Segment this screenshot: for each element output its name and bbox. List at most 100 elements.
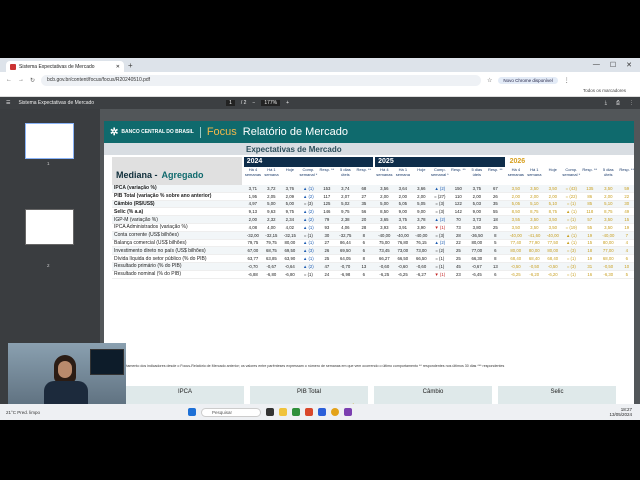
table-cell: 3,71 <box>248 185 258 191</box>
table-cell: 3,91 <box>398 224 408 230</box>
table-cell: 24 <box>324 271 330 277</box>
year-cells-y26: 68,40 68,40 68,40 = (1) 19 68,00 6 <box>507 256 634 261</box>
maximize-icon[interactable]: ☐ <box>610 61 616 69</box>
table-cell: -6,80 <box>266 271 277 277</box>
table-cell: 3,76 <box>285 185 295 191</box>
table-cell: ▲ (2) <box>434 217 446 223</box>
table-cell: 5,05 <box>511 201 520 207</box>
more-icon[interactable]: ⋮ <box>629 100 634 106</box>
table-cell: = (22) <box>565 193 577 199</box>
row-label: Investimento direto no país (US$ bilhões… <box>114 247 206 254</box>
zoom-level[interactable]: 177% <box>261 100 281 106</box>
table-cell: -40,00 <box>415 232 428 238</box>
table-cell: 3,50 <box>604 224 613 230</box>
year-label: 2024 <box>243 157 374 167</box>
thumbnail-page[interactable] <box>25 123 74 159</box>
table-cell: 67,00 <box>247 248 259 254</box>
table-cell: 67 <box>492 185 498 191</box>
address-bar-row: ← → ↻ bcb.gov.br/content/focus/focus/R20… <box>0 72 640 88</box>
table-cell: 30 <box>624 201 630 207</box>
hamburger-icon[interactable]: ☰ <box>6 100 10 106</box>
thumbnail-page[interactable] <box>25 209 74 245</box>
table-cell: = (43) <box>565 185 577 191</box>
word-icon[interactable] <box>318 408 326 416</box>
table-cell: 66,50 <box>415 256 427 262</box>
table-cell: 73 <box>455 224 461 230</box>
file-explorer-icon[interactable] <box>279 408 287 416</box>
table-cell: = (1) <box>566 201 576 207</box>
star-icon[interactable]: ☆ <box>487 77 492 84</box>
presenter-face <box>58 361 72 378</box>
chrome-icon[interactable] <box>331 408 339 416</box>
zoom-in-icon[interactable]: + <box>286 100 289 106</box>
table-cell: 8 <box>494 256 497 262</box>
browser-tab[interactable]: Sistema Expectativas de Mercado ✕ <box>6 61 124 72</box>
back-icon[interactable]: ← <box>6 77 12 83</box>
taskbar-apps: Pesquisar <box>188 407 352 417</box>
table-cell: 3,75 <box>398 217 408 223</box>
table-cell: 2,00 <box>604 193 613 199</box>
print-icon[interactable]: ⎙ <box>616 100 620 106</box>
table-cell: 68,40 <box>510 256 522 262</box>
table-row: Selic (% a.a) 9,13 9,63 9,75 ▲ (2) 146 9,75 56 8… <box>112 208 634 217</box>
table-cell: -6,88 <box>247 271 258 277</box>
table-cell: 15 <box>587 240 593 246</box>
table-cell: = (1) <box>435 256 445 262</box>
year-cells-y26: -40,00 -41,60 -40,00 ▲ (1) 19 -40,00 7 <box>507 233 634 238</box>
table-cell: 64,05 <box>339 256 351 262</box>
tab-title: Sistema Expectativas de Mercado <box>19 63 95 70</box>
table-cell: = (19) <box>565 224 577 230</box>
pdf-title: Sistema Expectativas de Mercado <box>18 100 95 106</box>
forward-icon[interactable]: → <box>18 77 24 83</box>
zoom-out-icon[interactable]: − <box>252 100 255 106</box>
excel-icon[interactable] <box>292 408 300 416</box>
reload-icon[interactable]: ↻ <box>30 77 35 84</box>
column-head: Resp. ** <box>450 167 466 172</box>
table-cell: 3,73 <box>472 217 482 223</box>
table-cell: 8,75 <box>548 209 557 215</box>
url-input[interactable]: bcb.gov.br/content/focus/focus/R20240510… <box>41 74 482 86</box>
table-cell: 28 <box>455 232 461 238</box>
windows-start-icon[interactable] <box>188 408 196 416</box>
year-cells-y26: 3,50 3,50 3,50 = (43) 135 3,50 59 <box>507 186 634 191</box>
table-cell: 68,40 <box>528 256 540 262</box>
new-tab-icon[interactable]: + <box>128 61 133 70</box>
table-cell: 68,75 <box>265 248 277 254</box>
page-number-input[interactable]: 1 <box>226 100 235 106</box>
close-window-icon[interactable]: ✕ <box>626 61 632 69</box>
year-header: 2026 Há 4 semanas Há 1 semana Hoje Comp. sem… <box>506 157 634 185</box>
table-cell: 2,00 <box>380 193 389 199</box>
table-cell: 35 <box>361 201 367 207</box>
table-cell: = (3) <box>435 232 445 238</box>
table-cell: -40,00 <box>378 232 391 238</box>
table-cell: = (3) <box>566 248 576 254</box>
close-tab-icon[interactable]: ✕ <box>116 64 120 70</box>
column-head: Resp. ** <box>319 167 335 172</box>
table-cell: 3,50 <box>604 185 613 191</box>
column-head: Hoje <box>548 167 557 172</box>
weather-widget[interactable]: 21°C Pred. limpo <box>0 410 60 415</box>
year-label: 2026 <box>506 157 634 167</box>
taskbar-search[interactable]: Pesquisar <box>201 407 261 417</box>
table-cell: 3,50 <box>511 224 520 230</box>
powerpoint-icon[interactable] <box>305 408 313 416</box>
pdf-toolbar: ☰ Sistema Expectativas de Mercado 1 / 2 … <box>0 97 640 109</box>
table-cell: ▲ (1) <box>303 224 314 230</box>
menu-icon[interactable]: ⋮ <box>564 77 570 84</box>
year-cells-y25: 2,00 2,00 2,00 = (27) 110 2,00 26 <box>375 194 504 199</box>
table-cell: 16 <box>587 271 593 277</box>
taskbar-clock[interactable]: 18:27 13/05/2024 <box>609 407 640 417</box>
table-cell: 2,00 <box>417 193 426 199</box>
table-cell: 56 <box>361 209 367 215</box>
minimize-icon[interactable]: — <box>593 61 600 69</box>
all-bookmarks-link[interactable]: Todos os marcadores <box>583 88 626 96</box>
task-view-icon[interactable] <box>266 408 274 416</box>
table-cell: -40,00 <box>546 232 559 238</box>
table-cell: 135 <box>586 185 594 191</box>
teams-icon[interactable] <box>344 408 352 416</box>
table-cell: 59 <box>624 185 630 191</box>
update-chrome-button[interactable]: Novo Chrome disponível <box>498 76 558 84</box>
table-cell: -6,80 <box>284 271 295 277</box>
expectations-table: Mediana - Agregado 2024 Há 4 semanas Há 1 s… <box>112 157 634 279</box>
download-icon[interactable]: ⤓ <box>605 100 607 106</box>
